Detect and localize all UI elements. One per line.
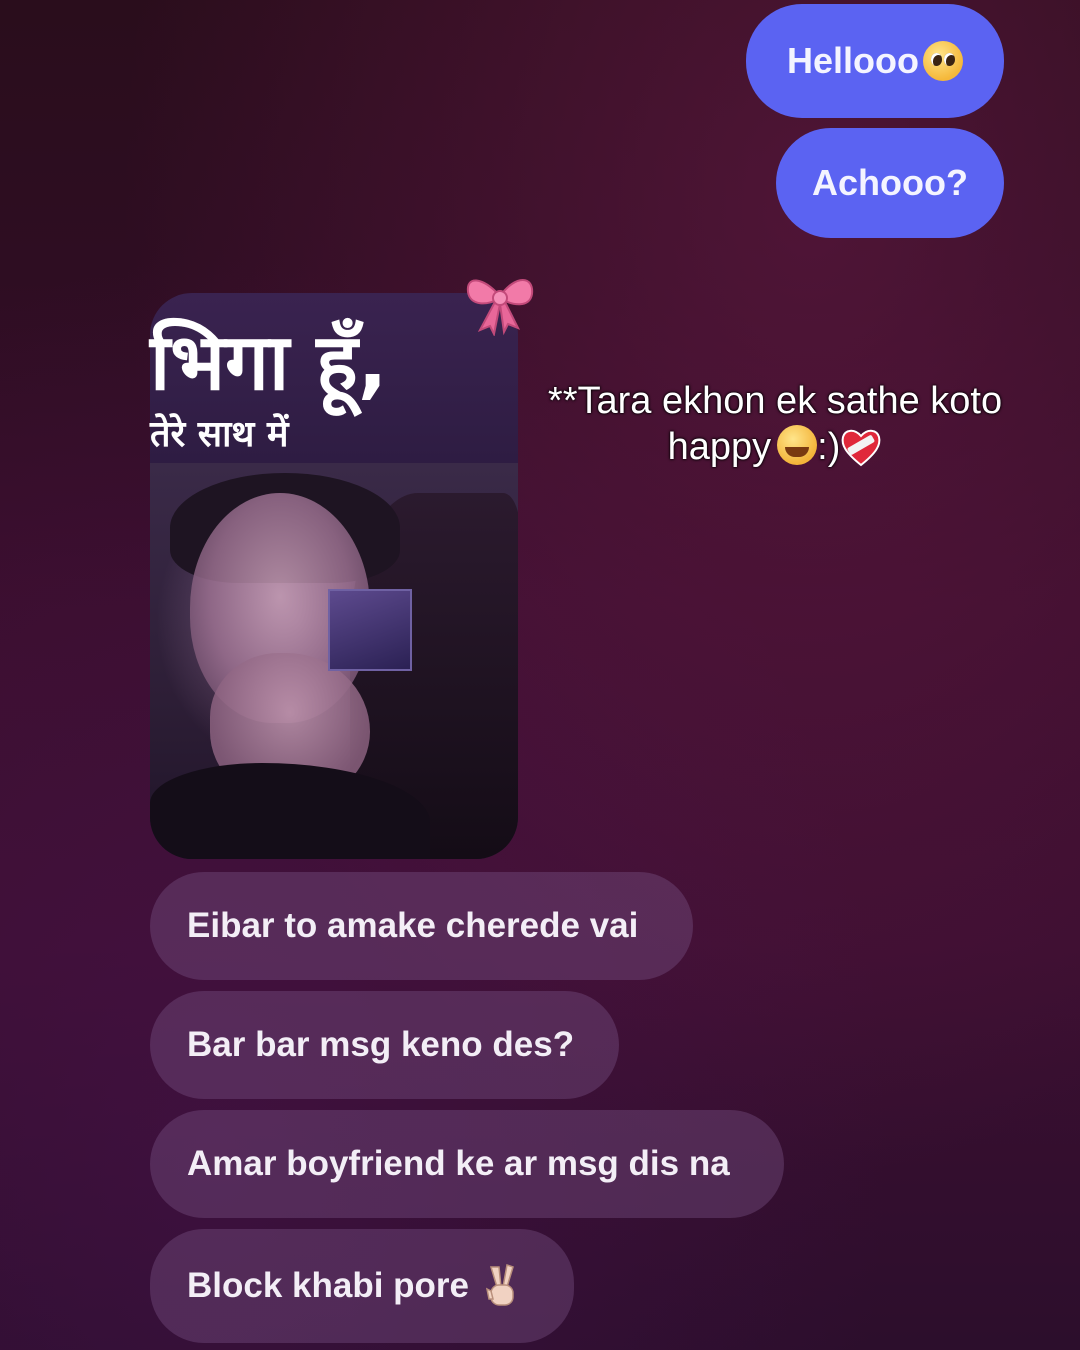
pink-bow-icon [466, 279, 534, 336]
sent-message-text: Hellooo [787, 40, 919, 81]
received-message-bubble[interactable]: Bar bar msg keno des? [150, 991, 619, 1099]
overlay-caption-suffix: :) [817, 426, 841, 468]
post-title-hindi: भिगा हूँ, [150, 318, 388, 408]
post-subtitle-hindi: तेरे साथ में [150, 414, 289, 455]
mending-heart-icon [841, 429, 881, 467]
overlay-caption-line2: happy [667, 426, 772, 468]
pleading-face-emoji-icon [923, 41, 963, 81]
received-message-text: Amar boyfriend ke ar msg dis na [187, 1144, 730, 1183]
received-message-bubble[interactable]: Block khabi pore [150, 1229, 574, 1343]
received-message-text: Bar bar msg keno des? [187, 1025, 575, 1064]
hugging-face-emoji-icon [777, 425, 818, 465]
sent-message-bubble[interactable]: Achooo? [776, 128, 1004, 238]
sent-message-text: Achooo? [812, 162, 968, 203]
overlay-caption-line1: **Tara ekhon ek sathe koto [547, 380, 1003, 422]
received-message-text: Block khabi pore [187, 1266, 470, 1305]
received-message-bubble[interactable]: Eibar to amake cherede vai [150, 872, 693, 980]
overlay-caption: **Tara ekhon ek sathe koto happy:) [520, 378, 1030, 470]
received-message-bubble[interactable]: Amar boyfriend ke ar msg dis na [150, 1110, 784, 1218]
music-cover-thumbnail [328, 589, 412, 671]
victory-hand-icon [485, 1264, 514, 1306]
received-message-text: Eibar to amake cherede vai [187, 906, 639, 945]
sent-message-bubble[interactable]: Hellooo [746, 4, 1004, 118]
